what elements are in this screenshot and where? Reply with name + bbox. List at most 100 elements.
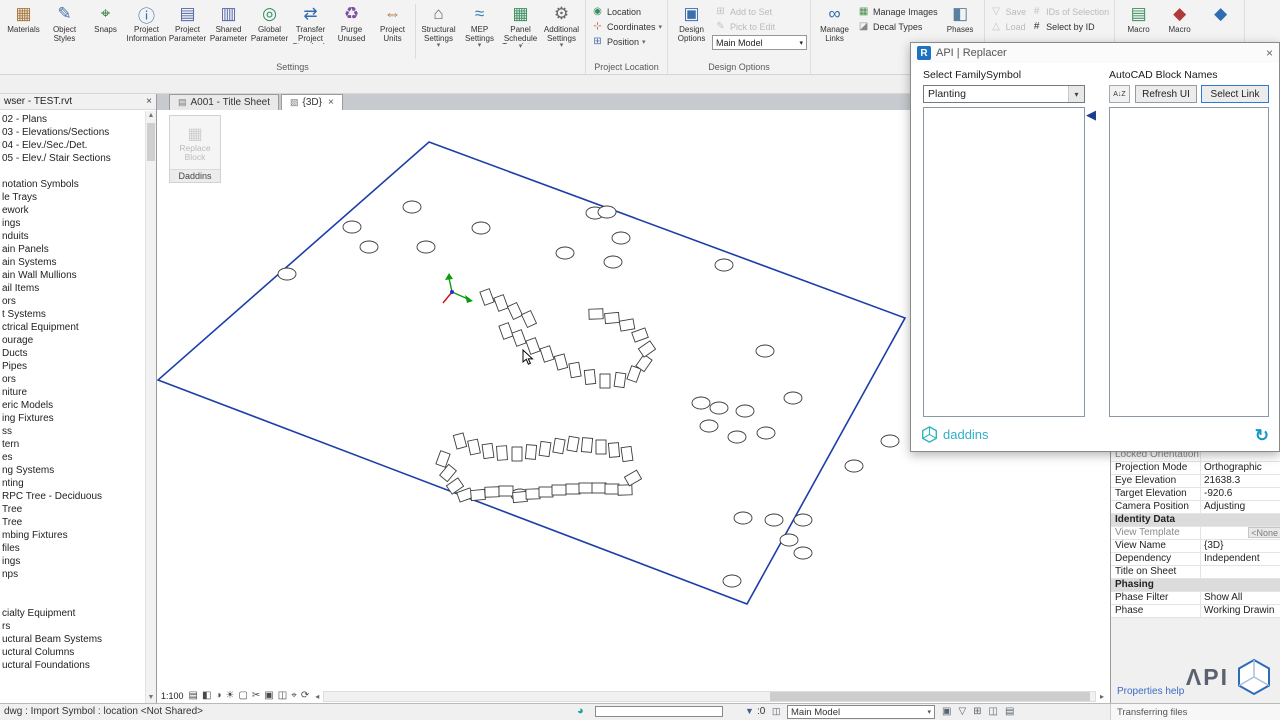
structural-settings-button[interactable]: ⌂ Structural Settings ▾ bbox=[418, 2, 459, 49]
property-value[interactable] bbox=[1201, 566, 1280, 578]
browser-item[interactable]: ourage bbox=[0, 334, 145, 347]
transfer-project-standards-button[interactable]: ⇄ Transfer Project Standards bbox=[290, 2, 331, 44]
browser-item[interactable]: ing Fixtures bbox=[0, 412, 145, 425]
browser-item[interactable]: ings bbox=[0, 217, 145, 230]
close-tab-icon[interactable]: × bbox=[328, 97, 334, 108]
decal-types-button[interactable]: ◪ Decal Types bbox=[855, 19, 940, 34]
family-symbol-listbox[interactable] bbox=[923, 107, 1085, 417]
browser-item[interactable]: Tree bbox=[0, 516, 145, 529]
browser-item[interactable]: le Trays bbox=[0, 191, 145, 204]
browser-item[interactable]: nting bbox=[0, 477, 145, 490]
tab-3d[interactable]: ▧ {3D} × bbox=[281, 94, 343, 110]
project-units-button[interactable]: ⇔ Project Units bbox=[372, 2, 413, 43]
browser-item[interactable]: ss bbox=[0, 425, 145, 438]
active-design-option-select[interactable]: Main Model ▾ bbox=[787, 705, 935, 719]
load-button[interactable]: △ Load bbox=[988, 19, 1029, 34]
property-value[interactable]: Adjusting bbox=[1201, 501, 1280, 513]
coordinates-button[interactable]: ⊹ Coordinates ▾ bbox=[589, 19, 664, 34]
phases-button[interactable]: ◧ Phases bbox=[940, 2, 981, 35]
statusbar-icon[interactable]: ⊞ bbox=[973, 706, 981, 717]
horizontal-scrollbar[interactable] bbox=[323, 690, 1096, 702]
property-value[interactable]: Independent bbox=[1201, 553, 1280, 565]
browser-item[interactable]: ors bbox=[0, 295, 145, 308]
statusbar-icon[interactable]: ▣ bbox=[942, 706, 951, 717]
browser-item[interactable]: ain Panels bbox=[0, 243, 145, 256]
view-control-icon[interactable]: ⟳ bbox=[301, 690, 309, 701]
browser-item[interactable]: ings bbox=[0, 555, 145, 568]
global-parameters-button[interactable]: ◎ Global Parameters bbox=[249, 2, 290, 44]
replace-block-button[interactable]: ▦ Replace Block bbox=[170, 116, 220, 169]
mep-settings-button[interactable]: ≈ MEP Settings ▾ bbox=[459, 2, 500, 49]
property-value[interactable]: 21638.3 bbox=[1201, 475, 1280, 487]
dialog-titlebar[interactable]: R API | Replacer × bbox=[911, 43, 1279, 63]
design-options-button[interactable]: ▣ Design Options bbox=[671, 2, 712, 43]
browser-item[interactable]: ail Items bbox=[0, 282, 145, 295]
view-control-icon[interactable]: ◑ bbox=[215, 690, 221, 701]
purge-unused-button[interactable]: ♻ Purge Unused bbox=[331, 2, 372, 43]
close-icon[interactable]: × bbox=[146, 96, 152, 107]
scroll-up-icon[interactable]: ▲ bbox=[146, 111, 156, 121]
browser-item[interactable]: ors bbox=[0, 373, 145, 386]
refresh-ui-button[interactable]: Refresh UI bbox=[1135, 85, 1197, 103]
browser-item[interactable]: files bbox=[0, 542, 145, 555]
filter-icon[interactable]: ▼ bbox=[745, 706, 754, 716]
view-control-icon[interactable]: ⌖ bbox=[291, 690, 297, 701]
statusbar-icon[interactable]: ▤ bbox=[1005, 706, 1014, 717]
refresh-icon[interactable]: ↻ bbox=[1255, 426, 1269, 446]
snaps-button[interactable]: ⌖ Snaps bbox=[85, 2, 126, 35]
property-value[interactable]: Show All bbox=[1201, 592, 1280, 604]
browser-item[interactable]: uctural Beam Systems bbox=[0, 633, 145, 646]
object-styles-button[interactable]: ✎ Object Styles bbox=[44, 2, 85, 43]
browser-item[interactable]: notation Symbols bbox=[0, 178, 145, 191]
location-button[interactable]: ◉ Location bbox=[589, 4, 664, 19]
statusbar-icon[interactable]: ◫ bbox=[989, 706, 998, 717]
collapse-left-icon[interactable]: ◀ bbox=[1086, 107, 1096, 123]
view-control-icon[interactable]: ◫ bbox=[278, 690, 287, 701]
browser-item[interactable]: uctural Foundations bbox=[0, 659, 145, 672]
browser-item[interactable]: RPC Tree - Deciduous bbox=[0, 490, 145, 503]
main-model-select[interactable]: Main Model ▾ bbox=[712, 35, 808, 50]
browser-item[interactable]: Pipes bbox=[0, 360, 145, 373]
pick-to-edit-button[interactable]: ✎ Pick to Edit bbox=[712, 19, 807, 34]
statusbar-icon[interactable]: ▽ bbox=[958, 706, 966, 717]
browser-item[interactable]: es bbox=[0, 451, 145, 464]
close-icon[interactable]: × bbox=[1266, 46, 1273, 60]
browser-item[interactable]: rs bbox=[0, 620, 145, 633]
view-control-icon[interactable]: ✂ bbox=[252, 690, 260, 701]
view-control-icon[interactable]: ◧ bbox=[202, 690, 211, 701]
browser-item[interactable]: ng Systems bbox=[0, 464, 145, 477]
view-control-icon[interactable]: ▤ bbox=[189, 690, 198, 701]
browser-item[interactable]: ework bbox=[0, 204, 145, 217]
scroll-right-icon[interactable]: ▸ bbox=[1100, 692, 1104, 701]
block-symbols[interactable] bbox=[435, 288, 657, 504]
browser-item[interactable]: 03 - Elevations/Sections bbox=[0, 126, 145, 139]
scroll-down-icon[interactable]: ▼ bbox=[146, 693, 156, 703]
browser-item[interactable]: ctrical Equipment bbox=[0, 321, 145, 334]
family-symbol-select[interactable]: Planting ▾ bbox=[923, 85, 1085, 103]
view-scale[interactable]: 1:100 bbox=[161, 691, 184, 701]
add-to-set-button[interactable]: ⊞ Add to Set bbox=[712, 4, 807, 19]
browser-item[interactable]: uctural Columns bbox=[0, 646, 145, 659]
browser-item[interactable]: niture bbox=[0, 386, 145, 399]
browser-item[interactable]: t Systems bbox=[0, 308, 145, 321]
view-control-icon[interactable]: ☀ bbox=[225, 690, 234, 701]
properties-help-link[interactable]: Properties help bbox=[1117, 686, 1184, 697]
scrollbar-thumb[interactable] bbox=[147, 123, 155, 161]
browser-item[interactable]: ain Wall Mullions bbox=[0, 269, 145, 282]
shared-parameters-button[interactable]: ▥ Shared Parameters bbox=[208, 2, 249, 44]
dynamo-button[interactable]: ◆ bbox=[1200, 2, 1241, 26]
property-value[interactable]: <None bbox=[1201, 527, 1280, 539]
view-control-icon[interactable]: ▢ bbox=[238, 690, 247, 701]
additional-settings-button[interactable]: ⚙ Additional Settings ▾ bbox=[541, 2, 582, 49]
browser-item[interactable]: 02 - Plans bbox=[0, 113, 145, 126]
project-information-button[interactable]: ⓘ Project Information bbox=[126, 2, 167, 43]
browser-item[interactable]: eric Models bbox=[0, 399, 145, 412]
property-value[interactable]: {3D} bbox=[1201, 540, 1280, 552]
manage-links-button[interactable]: ∞ Manage Links bbox=[814, 2, 855, 43]
save-button[interactable]: ▽ Save bbox=[988, 4, 1029, 19]
ids-of-selection-button[interactable]: # IDs of Selection bbox=[1028, 4, 1111, 19]
sort-az-icon[interactable]: A↓Z bbox=[1109, 85, 1130, 103]
block-names-listbox[interactable] bbox=[1109, 107, 1269, 417]
worksharing-icon[interactable]: ◕ bbox=[577, 705, 584, 717]
browser-item[interactable]: nps bbox=[0, 568, 145, 581]
